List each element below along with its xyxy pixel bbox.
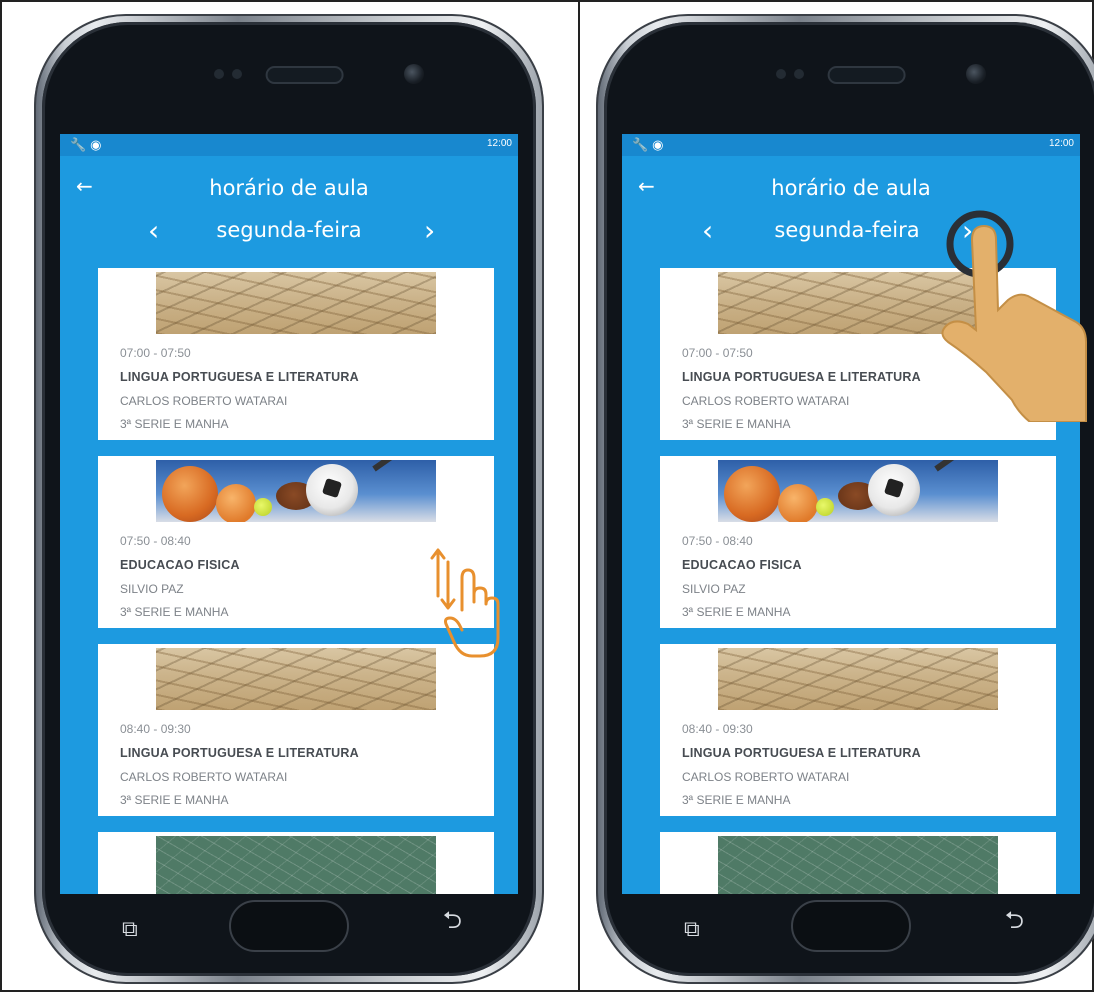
recent-apps-icon[interactable]: ⧉	[122, 917, 138, 942]
class-image	[718, 460, 998, 522]
class-grade: 3ª SERIE E MANHA	[120, 605, 229, 619]
status-icons: 🔧◉	[632, 137, 668, 152]
soccer-ball-shape	[306, 464, 358, 516]
class-card[interactable]: 07:50 - 08:40 EDUCACAO FISICA SILVIO PAZ…	[660, 456, 1056, 628]
phone-left: 🔧◉ 12:00 ← horário de aula ‹ segunda-fei…	[34, 14, 544, 984]
tennis-ball-shape	[816, 498, 834, 516]
earpiece-speaker	[265, 66, 344, 84]
soccer-ball-shape	[868, 464, 920, 516]
class-subject: EDUCACAO FISICA	[682, 558, 802, 572]
ball-shape	[216, 484, 256, 522]
return-icon[interactable]: ⮌	[443, 903, 462, 944]
class-time: 07:00 - 07:50	[120, 346, 191, 360]
class-grade: 3ª SERIE E MANHA	[120, 417, 229, 431]
class-subject: LINGUA PORTUGUESA E LITERATURA	[120, 370, 359, 384]
status-icons: 🔧◉	[70, 137, 106, 152]
class-image	[156, 272, 436, 334]
class-card[interactable]	[98, 832, 494, 894]
class-time: 08:40 - 09:30	[682, 722, 753, 736]
tap-hand-icon	[941, 210, 1087, 422]
app-screen: 🔧◉ 12:00 ← horário de aula ‹ segunda-fei…	[60, 134, 518, 894]
earpiece-speaker	[827, 66, 906, 84]
class-teacher: CARLOS ROBERTO WATARAI	[120, 770, 288, 784]
figure-divider	[578, 0, 580, 992]
next-day-button[interactable]: ›	[424, 214, 435, 248]
class-time: 07:50 - 08:40	[682, 534, 753, 548]
class-subject: LINGUA PORTUGUESA E LITERATURA	[120, 746, 359, 760]
class-time: 07:00 - 07:50	[682, 346, 753, 360]
sensor-dot	[794, 69, 804, 79]
sensor-dot	[776, 69, 786, 79]
class-card[interactable]	[660, 832, 1056, 894]
class-grade: 3ª SERIE E MANHA	[682, 417, 791, 431]
class-card[interactable]: 08:40 - 09:30 LINGUA PORTUGUESA E LITERA…	[98, 644, 494, 816]
class-teacher: SILVIO PAZ	[120, 582, 184, 596]
basketball-shape	[724, 466, 780, 522]
sensor-dot	[232, 69, 242, 79]
racket-shape	[934, 460, 987, 472]
sensor-dot	[214, 69, 224, 79]
basketball-shape	[162, 466, 218, 522]
class-image	[156, 836, 436, 894]
class-subject: LINGUA PORTUGUESA E LITERATURA	[682, 370, 921, 384]
phone-right: 🔧◉ 12:00 ← horário de aula ‹ segunda-fei…	[596, 14, 1094, 984]
class-grade: 3ª SERIE E MANHA	[120, 793, 229, 807]
class-subject: LINGUA PORTUGUESA E LITERATURA	[682, 746, 921, 760]
racket-shape	[372, 460, 425, 472]
status-bar: 🔧◉ 12:00	[60, 134, 518, 156]
class-teacher: CARLOS ROBERTO WATARAI	[682, 770, 850, 784]
tennis-ball-shape	[254, 498, 272, 516]
page-title: horário de aula	[209, 176, 369, 200]
class-image	[156, 648, 436, 710]
day-switcher: ‹ segunda-feira ›	[60, 214, 518, 250]
swipe-gesture-icon	[430, 548, 500, 658]
home-button[interactable]	[229, 900, 349, 952]
status-time: 12:00	[1048, 138, 1074, 149]
front-camera	[966, 64, 986, 84]
class-grade: 3ª SERIE E MANHA	[682, 605, 791, 619]
class-image	[718, 648, 998, 710]
return-icon[interactable]: ⮌	[1005, 903, 1024, 944]
home-button[interactable]	[791, 900, 911, 952]
class-grade: 3ª SERIE E MANHA	[682, 793, 791, 807]
front-camera	[404, 64, 424, 84]
class-time: 08:40 - 09:30	[120, 722, 191, 736]
day-label: segunda-feira	[216, 218, 362, 242]
class-teacher: CARLOS ROBERTO WATARAI	[120, 394, 288, 408]
status-bar: 🔧◉ 12:00	[622, 134, 1080, 156]
class-subject: EDUCACAO FISICA	[120, 558, 240, 572]
ball-shape	[778, 484, 818, 522]
class-card[interactable]: 08:40 - 09:30 LINGUA PORTUGUESA E LITERA…	[660, 644, 1056, 816]
class-time: 07:50 - 08:40	[120, 534, 191, 548]
class-teacher: CARLOS ROBERTO WATARAI	[682, 394, 850, 408]
recent-apps-icon[interactable]: ⧉	[684, 917, 700, 942]
class-image	[718, 836, 998, 894]
class-image	[156, 460, 436, 522]
class-card[interactable]: 07:00 - 07:50 LINGUA PORTUGUESA E LITERA…	[98, 268, 494, 440]
class-teacher: SILVIO PAZ	[682, 582, 746, 596]
status-time: 12:00	[486, 138, 512, 149]
